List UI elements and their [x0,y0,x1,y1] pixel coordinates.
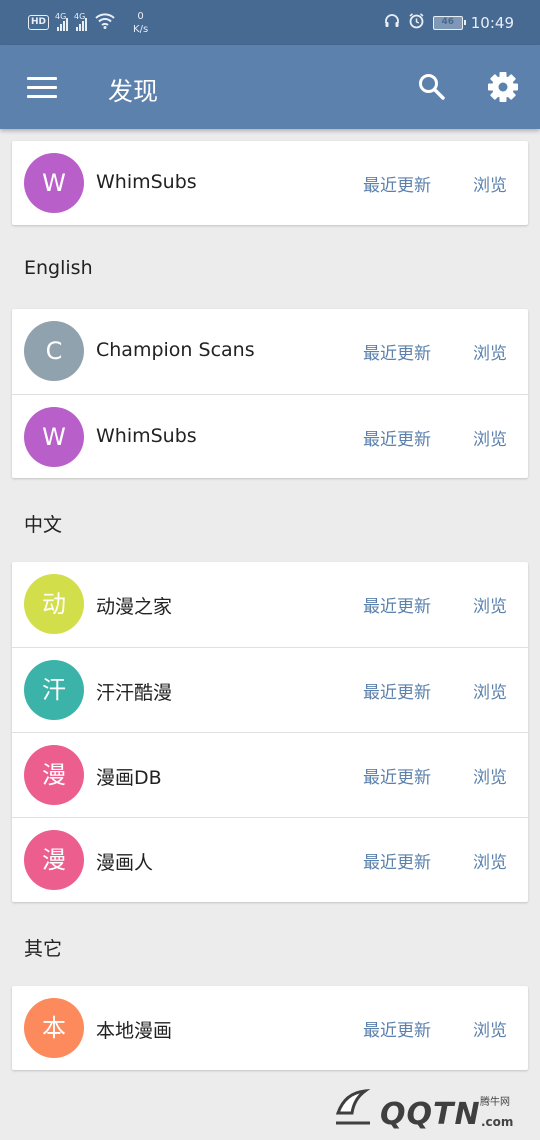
source-name: 漫画DB [96,767,162,789]
latest-updates-button[interactable]: 最近更新 [363,763,431,788]
headphones-icon [384,13,400,33]
signal-strength-icon: 4G [55,12,69,31]
hd-voice-icon: HD [28,15,50,30]
source-row[interactable]: W WhimSubs 最近更新 浏览 [12,141,528,225]
browse-button[interactable]: 浏览 [473,763,507,788]
browse-button[interactable]: 浏览 [473,339,507,364]
source-row[interactable]: C Champion Scans 最近更新 浏览 [12,309,528,393]
source-name: 汗汗酷漫 [96,682,173,704]
browse-button[interactable]: 浏览 [473,171,507,196]
clock-time: 10:49 [470,13,514,32]
section-header-english: English [24,257,93,279]
status-bar: HD 4G 4G 0 K/s 46 10:49 [0,0,540,45]
source-name: 动漫之家 [96,596,173,618]
section-header-chinese: 中文 [24,514,63,536]
status-left: HD 4G 4G 0 K/s [28,10,148,36]
source-name: 漫画人 [96,852,154,874]
source-card: 动 动漫之家 最近更新 浏览 汗 汗汗酷漫 最近更新 浏览 漫 漫画DB 最近更… [12,562,528,902]
watermark-mark-icon [335,1088,371,1125]
source-name: 本地漫画 [96,1020,173,1042]
hamburger-menu-icon[interactable] [27,77,57,98]
battery-icon: 46 [432,15,466,30]
status-right: 46 10:49 [384,12,514,33]
latest-updates-button[interactable]: 最近更新 [363,425,431,450]
network-speed: 0 K/s [133,10,149,35]
watermark-logo: QQTN 腾牛网 .com [330,1083,530,1135]
signal-strength-icon-2: 4G [74,12,88,31]
source-avatar: W [24,407,84,467]
source-card: W WhimSubs 最近更新 浏览 [12,141,528,225]
latest-updates-button[interactable]: 最近更新 [363,592,431,617]
gear-icon[interactable] [486,70,520,104]
source-name: Champion Scans [96,339,255,361]
source-avatar: 漫 [24,745,84,805]
watermark-domain: .com [481,1115,514,1129]
source-avatar: 动 [24,574,84,634]
page-title: 发现 [108,77,159,106]
source-avatar: 漫 [24,830,84,890]
source-avatar: 本 [24,998,84,1058]
browse-button[interactable]: 浏览 [473,848,507,873]
latest-updates-button[interactable]: 最近更新 [363,171,431,196]
alarm-clock-icon [408,12,425,33]
source-avatar: 汗 [24,660,84,720]
source-avatar: C [24,321,84,381]
source-row[interactable]: 本 本地漫画 最近更新 浏览 [12,986,528,1070]
source-row[interactable]: 漫 漫画DB 最近更新 浏览 [12,732,528,816]
app-toolbar: 发现 [0,45,540,129]
watermark-site: 腾牛网 [480,1097,510,1108]
source-row[interactable]: 汗 汗汗酷漫 最近更新 浏览 [12,647,528,731]
source-card: 本 本地漫画 最近更新 浏览 [12,986,528,1070]
source-card: C Champion Scans 最近更新 浏览 W WhimSubs 最近更新… [12,309,528,478]
browse-button[interactable]: 浏览 [473,425,507,450]
wifi-icon [95,13,115,32]
source-name: WhimSubs [96,425,197,447]
latest-updates-button[interactable]: 最近更新 [363,339,431,364]
source-avatar: W [24,153,84,213]
latest-updates-button[interactable]: 最近更新 [363,848,431,873]
source-row[interactable]: W WhimSubs 最近更新 浏览 [12,394,528,478]
browse-button[interactable]: 浏览 [473,678,507,703]
source-name: WhimSubs [96,171,197,193]
source-row[interactable]: 漫 漫画人 最近更新 浏览 [12,817,528,901]
source-row[interactable]: 动 动漫之家 最近更新 浏览 [12,562,528,646]
watermark-brand: QQTN [380,1097,481,1132]
latest-updates-button[interactable]: 最近更新 [363,1016,431,1041]
search-icon[interactable] [416,71,448,103]
section-header-other: 其它 [24,938,63,960]
browse-button[interactable]: 浏览 [473,1016,507,1041]
latest-updates-button[interactable]: 最近更新 [363,678,431,703]
browse-button[interactable]: 浏览 [473,592,507,617]
